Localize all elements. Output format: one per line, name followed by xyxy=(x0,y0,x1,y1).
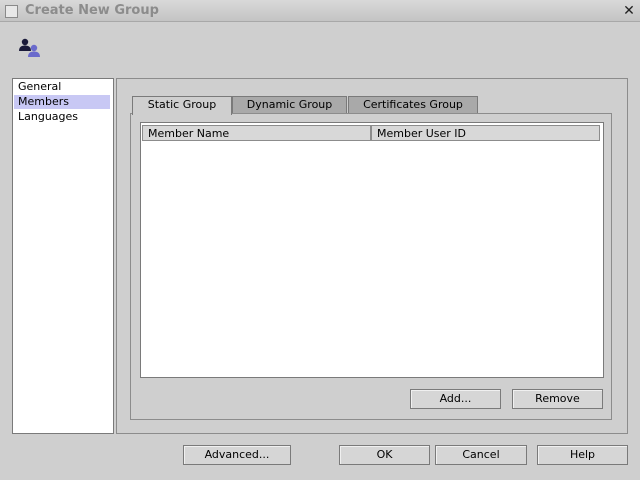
close-button[interactable]: ✕ xyxy=(621,3,637,19)
nav-item-general[interactable]: General xyxy=(14,80,110,94)
tab-static-group[interactable]: Static Group xyxy=(132,96,232,115)
nav-item-members[interactable]: Members xyxy=(14,95,110,109)
category-list[interactable]: General Members Languages xyxy=(12,78,114,434)
add-member-button[interactable]: Add... xyxy=(410,389,501,409)
remove-member-button[interactable]: Remove xyxy=(512,389,603,409)
members-table[interactable]: Member Name Member User ID xyxy=(140,122,604,378)
ok-button[interactable]: OK xyxy=(339,445,430,465)
advanced-button[interactable]: Advanced... xyxy=(183,445,291,465)
column-header-member-user-id[interactable]: Member User ID xyxy=(371,125,600,141)
cancel-button[interactable]: Cancel xyxy=(435,445,527,465)
window-title: Create New Group xyxy=(25,3,159,18)
tab-dynamic-group[interactable]: Dynamic Group xyxy=(232,96,347,114)
column-header-member-name[interactable]: Member Name xyxy=(142,125,371,141)
help-button[interactable]: Help xyxy=(537,445,628,465)
window-menu-icon[interactable] xyxy=(5,5,18,18)
title-bar[interactable]: Create New Group ✕ xyxy=(0,0,640,22)
tab-certificates-group[interactable]: Certificates Group xyxy=(348,96,478,114)
nav-item-languages[interactable]: Languages xyxy=(14,110,110,124)
group-users-icon xyxy=(19,38,40,57)
